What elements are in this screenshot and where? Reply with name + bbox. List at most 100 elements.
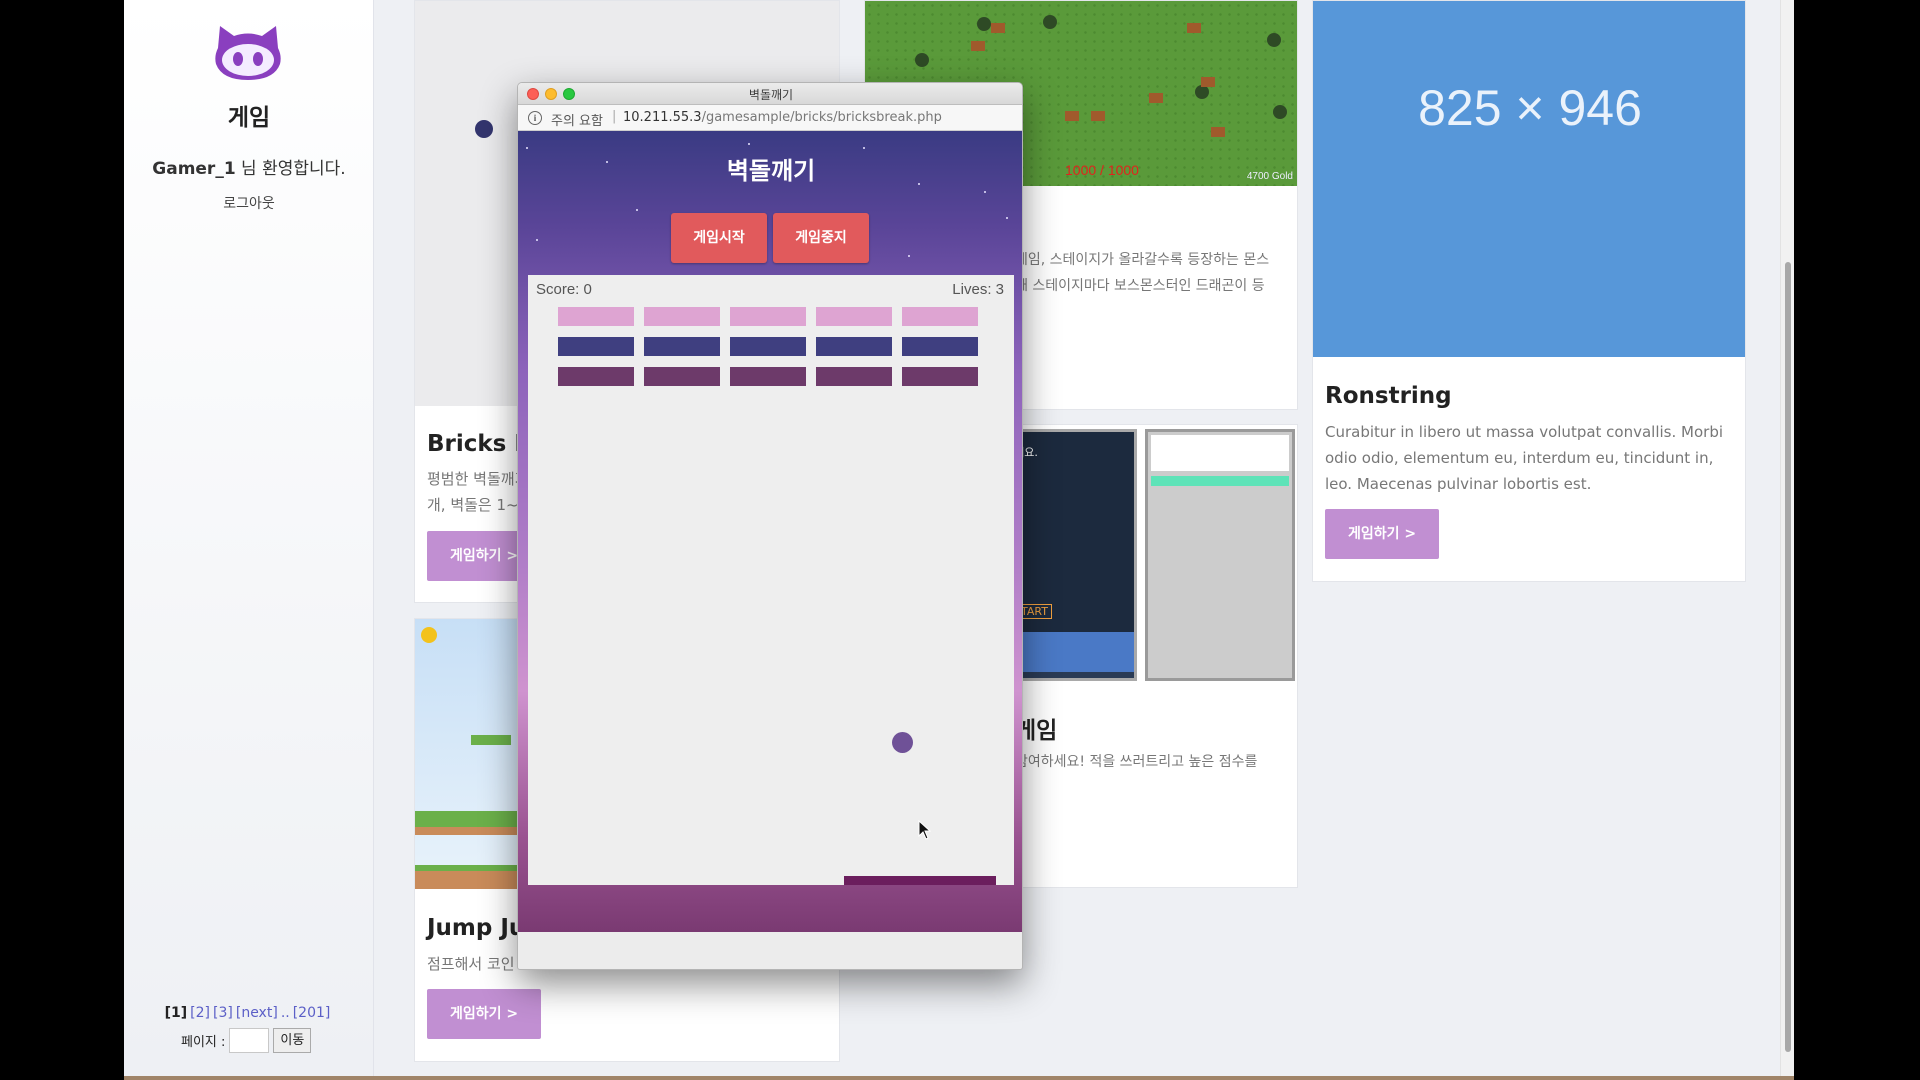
- screen: 게임 Gamer_1 님 환영합니다. 로그아웃 [1] [2] [3] [next]…: [0, 0, 1920, 1080]
- brick: [730, 367, 806, 386]
- tree-icon: [1043, 15, 1057, 29]
- thumb-ground: [415, 811, 525, 827]
- tree-icon: [1273, 105, 1287, 119]
- thumb-floor: [415, 865, 525, 889]
- security-warning[interactable]: 주의 요함: [551, 110, 603, 129]
- brick: [730, 307, 806, 326]
- brick: [644, 367, 720, 386]
- chest-icon: [1065, 111, 1079, 121]
- logout-link[interactable]: 로그아웃: [124, 193, 374, 213]
- ronstring-thumbnail[interactable]: 825 × 946: [1313, 1, 1745, 357]
- brick: [902, 367, 978, 386]
- url-path: /gamesample/bricks/bricksbreak.php: [701, 110, 942, 125]
- start-game-button[interactable]: 게임시작: [671, 213, 767, 263]
- page-current: [1]: [164, 1005, 188, 1021]
- play-button[interactable]: 게임하기 >: [1325, 509, 1439, 559]
- chest-icon: [1149, 93, 1163, 103]
- gold-text: 4700 Gold: [1246, 171, 1293, 182]
- game-card-ronstring: 825 × 946 Ronstring Curabitur in libero …: [1312, 0, 1746, 582]
- game-canvas[interactable]: Score: 0 Lives: 3: [528, 275, 1014, 885]
- tree-icon: [915, 53, 929, 67]
- card-description: Curabitur in libero ut massa volutpat co…: [1325, 423, 1724, 493]
- page-last-link[interactable]: [201]: [293, 1005, 331, 1021]
- game-area: 벽돌깨기 게임시작 게임중지 Score: 0 Lives: 3: [518, 131, 1022, 932]
- thumb-platform: [471, 735, 511, 745]
- star: [863, 147, 865, 149]
- page-goto-label: 페이지 :: [181, 1034, 226, 1050]
- page-link[interactable]: [2]: [190, 1005, 210, 1021]
- cat-logo-icon[interactable]: [212, 22, 284, 82]
- brick: [816, 367, 892, 386]
- info-icon[interactable]: i: [528, 111, 542, 125]
- brick: [902, 337, 978, 356]
- page-next-link[interactable]: [next]: [236, 1005, 278, 1021]
- thumb-ball: [475, 120, 493, 138]
- star: [1006, 217, 1008, 219]
- brick: [730, 337, 806, 356]
- window-title: 벽돌깨기: [748, 88, 794, 102]
- chest-icon: [1187, 23, 1201, 33]
- welcome-message: Gamer_1 님 환영합니다.: [124, 154, 374, 179]
- address-bar[interactable]: i 주의 요함 | 10.211.55.3/gamesample/bricks/…: [518, 105, 1022, 131]
- brick: [558, 337, 634, 356]
- page-goto: 페이지 : 이동: [181, 1027, 312, 1053]
- pagination: [1] [2] [3] [next].. [201]: [124, 1005, 374, 1021]
- page-number-input[interactable]: [229, 1027, 270, 1053]
- page-link[interactable]: [3]: [213, 1005, 233, 1021]
- tree-icon: [977, 17, 991, 31]
- star: [908, 255, 910, 257]
- star: [748, 143, 750, 145]
- card-desc-line: 평범한 벽돌깨기: [427, 470, 529, 488]
- tree-icon: [1195, 85, 1209, 99]
- url-text[interactable]: 10.211.55.3/gamesample/bricks/bricksbrea…: [623, 110, 942, 125]
- play-button[interactable]: 게임하기 >: [427, 989, 541, 1039]
- tree-icon: [1267, 33, 1281, 47]
- stop-game-button[interactable]: 게임중지: [773, 213, 869, 263]
- desktop-strip: [124, 1076, 1794, 1080]
- star: [536, 239, 538, 241]
- rpg-chat-bar: [1151, 476, 1289, 486]
- page-scrollbar[interactable]: [1780, 0, 1794, 1076]
- coin-icon: [421, 627, 437, 643]
- star: [984, 191, 986, 193]
- game-popup-window: 벽돌깨기 i 주의 요함 | 10.211.55.3/gamesample/br…: [517, 82, 1023, 970]
- card-title: Jump Ju: [427, 915, 526, 941]
- score-label: Score: 0: [536, 281, 592, 298]
- page-ellipsis: ..: [280, 1005, 290, 1021]
- mouse-cursor-icon: [918, 820, 932, 840]
- chest-icon: [1091, 111, 1105, 121]
- page-go-button[interactable]: 이동: [273, 1027, 312, 1053]
- star: [526, 147, 528, 149]
- thumb-ground-dirt: [415, 827, 525, 835]
- brick: [816, 337, 892, 356]
- url-separator: |: [612, 109, 617, 124]
- brick: [644, 337, 720, 356]
- card-title: Ronstring: [1325, 383, 1452, 409]
- rpg-chat-header: [1151, 435, 1289, 471]
- rpg-chat-panel: [1145, 429, 1295, 681]
- url-host: 10.211.55.3: [623, 110, 702, 125]
- chest-icon: [1211, 127, 1225, 137]
- paddle[interactable]: [844, 876, 996, 885]
- username: Gamer_1: [152, 159, 236, 179]
- card-desc-line: 개, 벽돌은 1~3: [427, 496, 529, 514]
- brick: [902, 307, 978, 326]
- card-desc-line: 참여하세요! 적을 쓰러트리고 높은 점수를: [1015, 754, 1258, 770]
- scrollbar-thumb[interactable]: [1785, 262, 1791, 1052]
- welcome-suffix: 님 환영합니다.: [235, 159, 346, 179]
- brick: [558, 367, 634, 386]
- game-title: 벽돌깨기: [726, 157, 816, 185]
- card-desc-line: 째 스테이지마다 보스몬스터인 드래곤이 등: [1015, 278, 1265, 294]
- placeholder-dimensions: 825 × 946: [1418, 80, 1642, 136]
- brick: [644, 307, 720, 326]
- chest-icon: [971, 41, 985, 51]
- ball: [892, 732, 913, 753]
- site-title: 게임: [227, 105, 271, 131]
- brick: [816, 307, 892, 326]
- star: [636, 209, 638, 211]
- hp-text: 1000 / 1000: [1065, 162, 1139, 178]
- card-desc-line: 점프해서 코인: [427, 955, 515, 973]
- brick: [558, 307, 634, 326]
- window-titlebar[interactable]: 벽돌깨기: [518, 83, 1022, 105]
- card-desc-line: 게임, 스테이지가 올라갈수록 등장하는 몬스: [1015, 252, 1270, 268]
